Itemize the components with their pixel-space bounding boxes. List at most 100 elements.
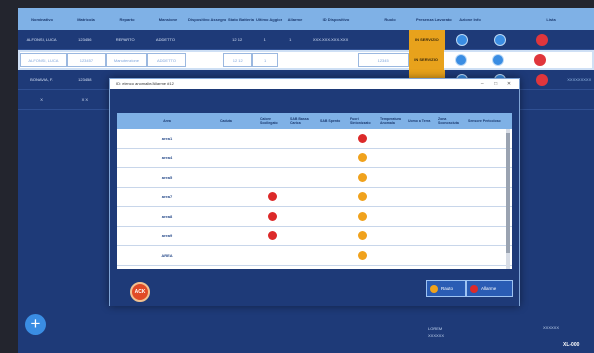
table-row[interactable]: ALFONSI, LUCA 123457 Manutenzione ADDETTO 12… [18,50,594,70]
alarm-column-header[interactable]: Fuori Sintonizzato [347,117,377,125]
table-cell: 123458 [78,77,92,82]
footer-label-3: XXXXXX [543,325,560,330]
table-cell: ADDETTO [155,37,175,42]
alarm-cell [347,133,377,143]
column-header[interactable]: Stato Batteria [226,17,256,22]
alarm-row[interactable]: area7 [117,188,512,207]
edit-button[interactable] [493,33,506,46]
alarm-cell [347,192,377,202]
table-cell: 1 [252,53,278,67]
orange-status-dot-icon [357,211,367,221]
delete-cell [519,33,564,47]
maximize-button[interactable]: □ [490,79,502,89]
red-status-dot-icon [357,133,367,143]
legend-allarme-label: Allarme [481,286,497,291]
app-screen: Nominativo Matricola Reparto Mansione Dispos… [18,8,594,353]
table-cell: ADDETTO [146,53,187,67]
area-label: area9 [161,233,173,239]
delete-cell [519,73,564,87]
table-cell: X [40,97,43,102]
delete-cell [518,53,563,67]
extra-cell: XXXXXXXXX [567,77,592,82]
alarm-cell [347,211,377,221]
table-cell: ALFONSI, LUCA [26,37,57,42]
column-header[interactable]: Mansione [148,17,188,22]
table-cell: 1 [289,37,292,42]
info-button[interactable] [455,54,468,66]
column-header[interactable]: Azione Info [452,17,488,22]
alarm-column-header[interactable]: Area [117,119,217,123]
dialog-titlebar: ID: elenco anomalie/Allarme #12 – □ ✕ [110,79,519,89]
column-header[interactable]: Lista [528,17,574,22]
minimize-button[interactable]: – [476,79,488,89]
scrollbar-thumb[interactable] [506,133,510,253]
table-cell: 12345 [357,53,409,67]
column-header[interactable]: ID Dispositivo [308,17,364,22]
orange-status-dot-icon [357,153,367,163]
alarm-column-header[interactable]: Caduta [217,119,257,123]
delete-button[interactable] [534,54,547,66]
add-button[interactable]: + [25,314,46,335]
column-header[interactable]: Ruolo [364,17,416,22]
alarm-column-header[interactable]: Uomo a Terra [405,119,435,123]
alarm-row[interactable]: area1 [117,129,512,149]
column-header[interactable]: Allarme [282,17,308,22]
area-label: area8 [161,213,173,219]
info-button[interactable] [456,33,469,46]
alarm-cell [257,211,287,221]
close-button[interactable]: ✕ [503,79,515,89]
table-cell: IN SERVIZIO [409,29,445,50]
delete-button[interactable] [535,33,548,46]
column-header[interactable]: Ultimo Aggiorn. [256,17,282,22]
alarm-column-header[interactable]: Temperatura Anomala [377,117,405,125]
alarm-row[interactable]: area8 [117,207,512,227]
table-cell: XXX.XXX.XXX.XXX [312,37,349,42]
footer-label-1: LOREM [428,326,443,331]
orange-dot-icon [430,284,438,293]
orange-status-dot-icon [357,192,367,202]
orange-status-dot-icon [357,250,367,260]
legend-rauto-label: Rauto [441,286,454,291]
info-cell [444,53,479,67]
table-cell: 1 [263,37,266,42]
info-cell [445,33,480,47]
red-status-dot-icon [267,231,277,241]
footer-value: XL-000 [563,342,580,348]
legend-rauto-button[interactable]: Rauto [426,280,466,297]
alarm-column-header[interactable]: Sensore Pericoloso [465,119,502,123]
legend-allarme-button[interactable]: Allarme [466,280,513,297]
column-header[interactable]: Dispositivo Assegnato [188,17,226,22]
column-header[interactable]: Nominativo [18,17,66,22]
table-cell: IN SERVIZIO [408,50,444,70]
table-row[interactable]: ALFONSI, LUCA 123456 REPARTO ADDETTO 12 12 1 1… [18,29,594,50]
alarm-cell [257,231,287,241]
ack-button[interactable]: ACK [130,282,150,302]
alarm-row[interactable]: area9 [117,227,512,246]
column-header[interactable]: Reparto [106,17,148,22]
alarm-cell [347,172,377,182]
alarm-cell [347,153,377,163]
column-header[interactable]: Matricola [66,17,106,22]
area-label: area5 [161,174,173,180]
alarm-grid-header: Area Caduta Calore Scollegato SAB Bassa Car… [117,113,512,129]
alarm-column-header[interactable]: Calore Scollegato [257,117,287,125]
area-label: area7 [161,194,173,200]
table-cell: 12 12 [223,53,253,67]
red-status-dot-icon [267,211,277,221]
column-header[interactable]: Presenza Lavoratore [416,17,452,22]
edit-button[interactable] [492,54,505,66]
red-status-dot-icon [267,192,277,202]
alarm-row[interactable]: area5 [117,168,512,188]
table-cell: X X [81,97,89,102]
table-cell: 123457 [66,53,106,67]
table-cell: 123456 [78,37,92,42]
alarm-column-header[interactable]: SAB Spento [317,119,347,123]
delete-button[interactable] [535,73,548,86]
alarm-column-header[interactable]: Zona Sconosciuta [435,117,465,125]
alarm-column-header[interactable]: SAB Bassa Carica [287,117,317,125]
area-label: area1 [161,135,173,141]
alarm-row[interactable]: AREA [117,246,512,266]
alarm-row[interactable]: area4 [117,149,512,168]
table-cell: ALFONSI, LUCA [20,53,67,67]
dialog-title: ID: elenco anomalie/Allarme #12 [116,81,174,86]
